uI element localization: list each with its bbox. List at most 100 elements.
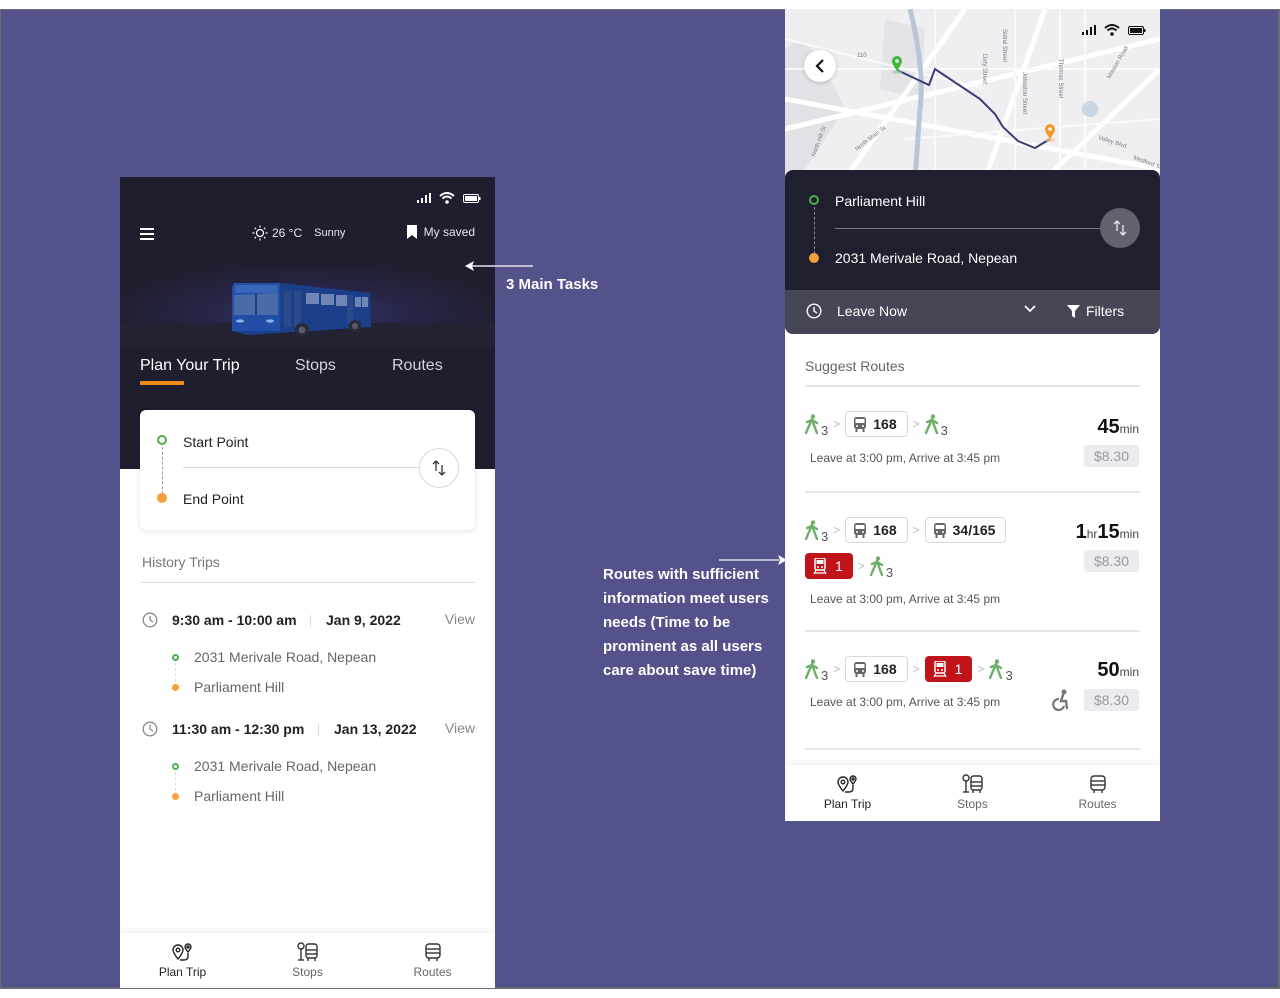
nav-routes-label: Routes <box>413 965 452 979</box>
to-input[interactable]: 2031 Merivale Road, Nepean <box>835 250 1017 266</box>
leave-now-select[interactable]: Leave Now <box>837 303 907 319</box>
start-point-input[interactable]: Start Point <box>183 434 248 450</box>
start-pin-icon <box>892 56 902 74</box>
chevron-left-icon <box>815 59 824 73</box>
annotation-routes-note: Routes with sufficient information meet … <box>603 566 769 679</box>
nav-routes-label: Routes <box>1078 797 1117 811</box>
route-schedule: Leave at 3:00 pm, Arrive at 3:45 pm <box>810 592 1001 606</box>
sun-icon <box>252 225 268 241</box>
trip-from: 2031 Merivale Road, Nepean <box>194 649 377 665</box>
route-price: $8.30 <box>1084 689 1139 711</box>
walk-leg: 3 <box>805 414 828 438</box>
status-bar <box>1082 24 1146 36</box>
route-search-panel: Parliament Hill 2031 Merivale Road, Nepe… <box>785 170 1160 334</box>
walk-icon <box>805 520 819 540</box>
trip-to: Parliament Hill <box>194 788 285 804</box>
tab-plan-your-trip[interactable]: Plan Your Trip <box>140 357 240 375</box>
bus-illustration <box>120 265 495 347</box>
nav-stops[interactable]: Stops <box>910 765 1035 821</box>
view-link[interactable]: View <box>445 611 475 627</box>
wheelchair-accessible-icon <box>1052 689 1069 711</box>
nav-stops[interactable]: Stops <box>245 933 370 988</box>
chevron-right-icon: > <box>977 662 985 676</box>
tab-routes[interactable]: Routes <box>392 357 443 375</box>
clock-icon <box>806 303 822 319</box>
history-trip-item[interactable]: 11:30 am - 12:30 pm Jan 13, 2022 View 20… <box>140 717 475 812</box>
train-leg: 1 <box>924 656 973 682</box>
annotation-main-tasks: 3 Main Tasks <box>506 276 599 293</box>
end-point-input[interactable]: End Point <box>183 491 244 507</box>
start-dot-icon <box>157 435 167 445</box>
signal-icon <box>417 193 431 203</box>
nav-routes[interactable]: Routes <box>1035 765 1160 821</box>
nav-plan-trip[interactable]: Plan Trip <box>785 765 910 821</box>
active-tab-indicator <box>140 381 184 385</box>
swap-button[interactable] <box>1100 208 1140 248</box>
bus-leg: 34/165 <box>924 517 1007 543</box>
walk-leg: 3 <box>805 520 828 544</box>
map-label-110: 110 <box>857 53 867 59</box>
status-bar <box>417 192 481 204</box>
history-trip-item[interactable]: 9:30 am - 10:00 am Jan 9, 2022 View 2031… <box>140 608 475 703</box>
bus-leg: 168 <box>845 411 908 437</box>
nav-routes[interactable]: Routes <box>370 933 495 988</box>
bus-icon <box>1089 775 1106 793</box>
weather-widget: 26 °C Sunny <box>252 225 345 241</box>
walk-leg: 3 <box>924 414 948 438</box>
trip-from: 2031 Merivale Road, Nepean <box>194 758 377 774</box>
route-duration: 1hr15min <box>1075 521 1139 543</box>
from-input[interactable]: Parliament Hill <box>835 193 925 209</box>
route-option[interactable]: 3 > 168 > 3 45min Leave at 3:00 pm, Arri… <box>805 409 1140 489</box>
start-dot-icon <box>172 654 179 661</box>
route-option[interactable]: 3 > 168 > 1 > 3 50min Leave at 3:00 pm, … <box>805 654 1140 734</box>
chevron-right-icon: > <box>912 662 920 676</box>
chevron-down-icon[interactable] <box>1023 304 1037 314</box>
svg-text:Sidral Street: Sidral Street <box>1001 29 1007 62</box>
start-dot-icon <box>172 763 179 770</box>
temperature: 26 °C <box>272 226 303 240</box>
plan-trip-icon <box>836 775 857 793</box>
battery-icon <box>1128 25 1146 35</box>
route-price: $8.30 <box>1084 550 1139 572</box>
route-legs-row2: 1 > 3 <box>805 553 893 580</box>
bus-icon <box>933 522 946 538</box>
end-pin-icon <box>1045 124 1055 142</box>
back-button[interactable] <box>804 50 836 82</box>
clock-icon <box>142 721 158 737</box>
view-link[interactable]: View <box>445 720 475 736</box>
bus-icon <box>854 522 867 538</box>
suggest-routes-title: Suggest Routes <box>805 358 905 374</box>
swap-vertical-icon <box>1113 220 1127 236</box>
chevron-right-icon: > <box>833 417 841 431</box>
chevron-right-icon: > <box>833 523 841 537</box>
end-dot-icon <box>809 253 819 263</box>
battery-icon <box>463 193 481 203</box>
bus-stop-icon <box>296 942 318 961</box>
walk-icon <box>924 414 938 434</box>
tab-stops[interactable]: Stops <box>295 357 336 375</box>
end-dot-icon <box>157 493 167 503</box>
trip-options-bar: Leave Now Filters <box>785 290 1160 334</box>
route-results-screen: 110 Sidral Street Dirty Street Johnston … <box>785 9 1160 821</box>
chevron-right-icon: > <box>912 417 920 431</box>
train-leg: 1 <box>805 553 853 579</box>
plan-trip-icon <box>171 943 192 961</box>
bus-icon <box>854 416 867 432</box>
filters-button[interactable]: Filters <box>1067 303 1124 319</box>
filters-label: Filters <box>1086 303 1125 319</box>
route-option[interactable]: 3 > 168 > 34/165 1 > 3 1hr15min Leave at… <box>805 515 1140 625</box>
trip-date: Jan 9, 2022 <box>326 612 401 628</box>
wifi-icon <box>1104 24 1120 36</box>
bus-icon <box>424 943 441 961</box>
svg-text:Dirty Street: Dirty Street <box>981 54 987 84</box>
weather-condition: Sunny <box>314 227 346 239</box>
hamburger-icon[interactable] <box>140 228 154 240</box>
my-saved-button[interactable]: My saved <box>406 225 475 239</box>
route-legs: 3 > 168 > 1 > 3 <box>805 656 1013 683</box>
route-map[interactable]: 110 Sidral Street Dirty Street Johnston … <box>785 9 1160 179</box>
chevron-right-icon: > <box>912 523 920 537</box>
end-dot-icon <box>172 684 179 691</box>
swap-button[interactable] <box>419 448 459 488</box>
nav-plan-trip[interactable]: Plan Trip <box>120 933 245 988</box>
nav-plan-trip-label: Plan Trip <box>823 797 872 811</box>
